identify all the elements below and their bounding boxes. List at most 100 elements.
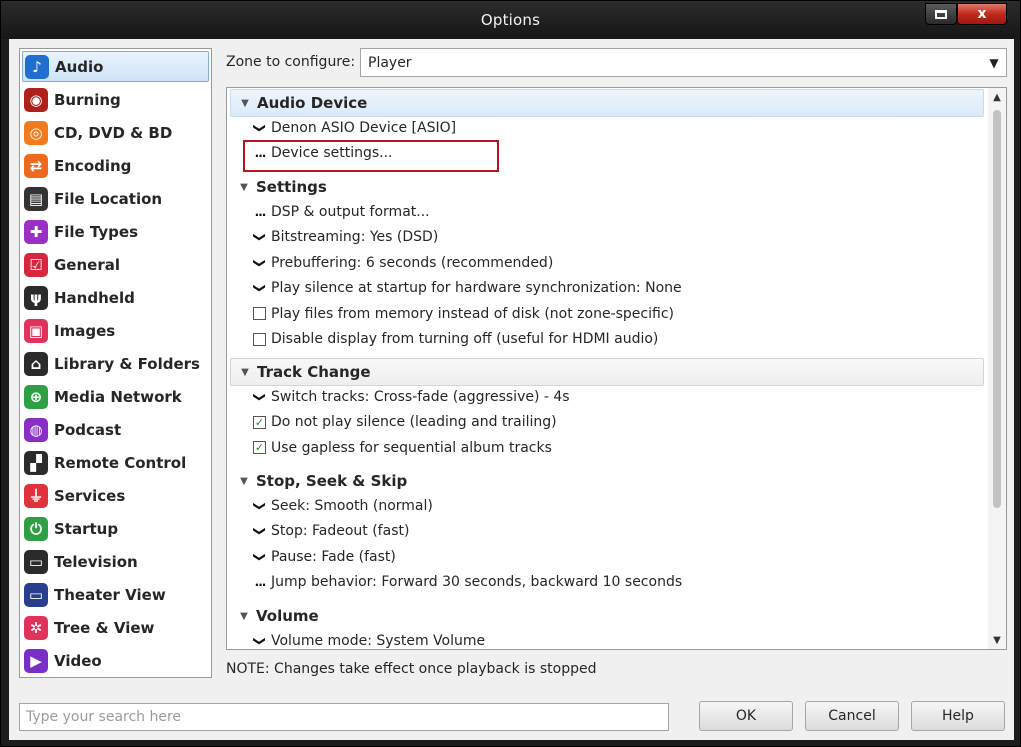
collapse-triangle-icon[interactable]: ▼ bbox=[233, 367, 257, 378]
chevron-down-icon[interactable]: ❯ bbox=[253, 520, 267, 542]
sidebar-item-label: Tree & View bbox=[54, 618, 155, 637]
chevron-down-icon[interactable]: ❯ bbox=[253, 252, 267, 274]
sidebar-item-label: Startup bbox=[54, 519, 119, 538]
scroll-down-icon[interactable]: ▼ bbox=[988, 631, 1006, 649]
section-title: Settings bbox=[256, 178, 327, 196]
setting-label: Device settings... bbox=[271, 145, 393, 162]
setting-label: Do not play silence (leading and trailin… bbox=[271, 414, 557, 431]
setting-label: Use gapless for sequential album tracks bbox=[271, 439, 552, 456]
cancel-button[interactable]: Cancel bbox=[805, 701, 899, 731]
sidebar-item-video[interactable]: ▶ Video bbox=[22, 645, 209, 676]
setting-row[interactable]: ... Jump behavior: Forward 30 seconds, ba… bbox=[249, 570, 682, 594]
setting-row[interactable]: ❯ Prebuffering: 6 seconds (recommended) bbox=[249, 251, 553, 275]
close-button[interactable]: x bbox=[957, 3, 1007, 25]
network-icon: ⊕ bbox=[24, 384, 48, 409]
sidebar-item-label: CD, DVD & BD bbox=[54, 123, 173, 142]
sidebar-item-encoding[interactable]: ⇄ Encoding bbox=[22, 150, 209, 181]
music-note-icon: ♪ bbox=[25, 54, 49, 79]
sidebar-item-podcast[interactable]: ◍ Podcast bbox=[22, 414, 209, 445]
section-header[interactable]: ▼ Volume bbox=[230, 602, 984, 630]
setting-row[interactable]: ❯ Volume mode: System Volume bbox=[249, 629, 485, 649]
sidebar-item-label: File Types bbox=[54, 222, 138, 241]
sidebar-item-label: File Location bbox=[54, 189, 163, 208]
ellipsis-icon[interactable]: ... bbox=[249, 575, 271, 589]
setting-row[interactable]: ❯ Play silence at startup for hardware sy… bbox=[249, 276, 682, 300]
checkbox[interactable] bbox=[253, 307, 266, 321]
setting-row[interactable]: ... DSP & output format... bbox=[249, 200, 430, 224]
house-icon: ⌂ bbox=[24, 351, 48, 376]
sidebar-item-tree-view[interactable]: ✲ Tree & View bbox=[22, 612, 209, 643]
scrollbar-thumb[interactable] bbox=[993, 110, 1001, 508]
monitor-icon: ▭ bbox=[24, 582, 48, 607]
setting-row[interactable]: Disable display from turning off (useful… bbox=[249, 327, 658, 351]
chevron-down-icon[interactable]: ❯ bbox=[253, 495, 267, 517]
sidebar-item-file-types[interactable]: ✚ File Types bbox=[22, 216, 209, 247]
sidebar-item-handheld[interactable]: ψ Handheld bbox=[22, 282, 209, 313]
sidebar-item-label: Services bbox=[54, 486, 126, 505]
checkbox[interactable] bbox=[253, 332, 266, 346]
gear-icon: ✲ bbox=[24, 615, 48, 640]
collapse-triangle-icon[interactable]: ▼ bbox=[232, 611, 256, 622]
sidebar-item-label: General bbox=[54, 255, 120, 274]
ellipsis-icon[interactable]: ... bbox=[249, 205, 271, 219]
setting-row[interactable]: Play files from memory instead of disk (… bbox=[249, 302, 674, 326]
sidebar-item-cd-dvd-bd[interactable]: ◎ CD, DVD & BD bbox=[22, 117, 209, 148]
checkbox-checked[interactable]: ✓ bbox=[253, 441, 266, 455]
chevron-down-icon[interactable]: ▼ bbox=[982, 49, 1006, 76]
setting-row[interactable]: ❯ Switch tracks: Cross-fade (aggressive) … bbox=[249, 385, 570, 409]
maximize-icon bbox=[935, 9, 947, 19]
zone-select[interactable]: Player ▼ bbox=[360, 48, 1007, 77]
setting-row[interactable]: ❯ Pause: Fade (fast) bbox=[249, 545, 396, 569]
search-input[interactable] bbox=[19, 703, 669, 731]
setting-row[interactable]: ❯ Seek: Smooth (normal) bbox=[249, 494, 433, 518]
chevron-down-icon[interactable]: ❯ bbox=[253, 546, 267, 568]
sidebar-item-file-location[interactable]: ▤ File Location bbox=[22, 183, 209, 214]
ellipsis-icon[interactable]: ... bbox=[249, 146, 271, 160]
chevron-down-icon[interactable]: ❯ bbox=[253, 386, 267, 408]
sidebar-item-label: Remote Control bbox=[54, 453, 187, 472]
collapse-triangle-icon[interactable]: ▼ bbox=[232, 476, 256, 487]
setting-row[interactable]: ❯ Bitstreaming: Yes (DSD) bbox=[249, 225, 438, 249]
sidebar-item-images[interactable]: ▣ Images bbox=[22, 315, 209, 346]
section-title: Volume bbox=[256, 607, 319, 625]
setting-row[interactable]: ❯ Denon ASIO Device [ASIO] bbox=[249, 116, 456, 140]
chevron-down-icon[interactable]: ❯ bbox=[253, 226, 267, 248]
collapse-triangle-icon[interactable]: ▼ bbox=[233, 98, 257, 109]
scroll-up-icon[interactable]: ▲ bbox=[988, 88, 1006, 106]
sidebar-item-services[interactable]: ⏚ Services bbox=[22, 480, 209, 511]
sidebar-item-media-network[interactable]: ⊕ Media Network bbox=[22, 381, 209, 412]
vertical-scrollbar[interactable]: ▲ ▼ bbox=[988, 88, 1006, 649]
sidebar-item-television[interactable]: ▭ Television bbox=[22, 546, 209, 577]
sidebar-item-label: Encoding bbox=[54, 156, 132, 175]
setting-row[interactable]: ✓ Do not play silence (leading and traili… bbox=[249, 410, 557, 434]
section-header[interactable]: ▼ Settings bbox=[230, 173, 984, 201]
help-button[interactable]: Help bbox=[911, 701, 1005, 731]
maximize-button[interactable] bbox=[925, 3, 957, 25]
setting-label: Pause: Fade (fast) bbox=[271, 548, 396, 565]
section-header[interactable]: ▼ Stop, Seek & Skip bbox=[230, 467, 984, 495]
chevron-down-icon[interactable]: ❯ bbox=[253, 277, 267, 299]
sidebar-item-audio[interactable]: ♪ Audio bbox=[22, 51, 209, 82]
setting-row[interactable]: ... Device settings... bbox=[249, 141, 393, 165]
sidebar-item-general[interactable]: ☑ General bbox=[22, 249, 209, 280]
power-icon: ⏻ bbox=[24, 516, 48, 541]
sidebar-item-remote-control[interactable]: ▞ Remote Control bbox=[22, 447, 209, 478]
ok-button[interactable]: OK bbox=[699, 701, 793, 731]
section-title: Track Change bbox=[257, 363, 371, 381]
chevron-down-icon[interactable]: ❯ bbox=[253, 630, 267, 649]
setting-label: Play silence at startup for hardware syn… bbox=[271, 280, 682, 297]
chevron-down-icon[interactable]: ❯ bbox=[253, 117, 267, 139]
puzzle-icon: ✚ bbox=[24, 219, 48, 244]
setting-row[interactable]: ✓ Use gapless for sequential album tracks bbox=[249, 436, 552, 460]
sidebar-item-startup[interactable]: ⏻ Startup bbox=[22, 513, 209, 544]
sidebar-item-burning[interactable]: ◉ Burning bbox=[22, 84, 209, 115]
sidebar-item-theater-view[interactable]: ▭ Theater View bbox=[22, 579, 209, 610]
checkbox-checked[interactable]: ✓ bbox=[253, 415, 266, 429]
sidebar-item-library-folders[interactable]: ⌂ Library & Folders bbox=[22, 348, 209, 379]
collapse-triangle-icon[interactable]: ▼ bbox=[232, 182, 256, 193]
section-header[interactable]: ▼ Track Change bbox=[230, 358, 984, 386]
title-bar[interactable]: Options x bbox=[1, 1, 1020, 39]
sidebar-item-label: Video bbox=[54, 651, 102, 670]
setting-row[interactable]: ❯ Stop: Fadeout (fast) bbox=[249, 519, 409, 543]
section-header[interactable]: ▼ Audio Device bbox=[230, 89, 984, 117]
